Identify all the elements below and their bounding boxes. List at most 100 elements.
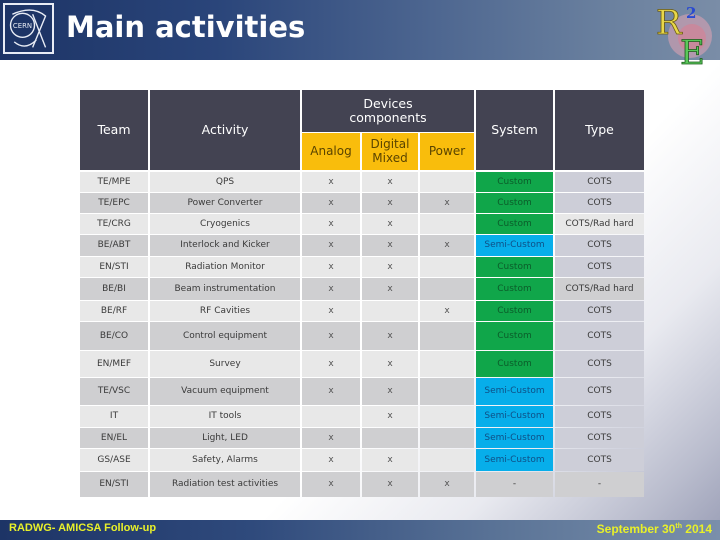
cell-type: COTS xyxy=(555,378,644,405)
column-header-team: Team xyxy=(80,90,148,170)
r2e-logo-icon: R 2 E xyxy=(656,3,712,72)
cell-power xyxy=(420,322,474,350)
cell-activity: Cryogenics xyxy=(150,214,300,234)
footer-date-year: 2014 xyxy=(681,522,712,536)
column-header-type: Type xyxy=(555,90,644,170)
cell-digital: x xyxy=(362,351,418,377)
cell-analog: x xyxy=(302,322,360,350)
r2e-logo: R 2 E xyxy=(652,0,720,72)
cell-system: Custom xyxy=(476,214,553,234)
svg-text:R: R xyxy=(656,3,683,43)
cern-logo: CERN xyxy=(3,3,54,54)
cell-activity: Power Converter xyxy=(150,193,300,213)
cell-type: COTS xyxy=(555,322,644,350)
cell-digital: x xyxy=(362,322,418,350)
column-header-activity: Activity xyxy=(150,90,300,170)
cell-team: BE/BI xyxy=(80,278,148,300)
cell-team: IT xyxy=(80,406,148,427)
cell-digital: x xyxy=(362,449,418,471)
cell-activity: Control equipment xyxy=(150,322,300,350)
cell-activity: Radiation Monitor xyxy=(150,257,300,277)
cell-team: EN/EL xyxy=(80,428,148,448)
cell-type: COTS xyxy=(555,301,644,321)
cell-power xyxy=(420,278,474,300)
cell-system: Semi-Custom xyxy=(476,449,553,471)
column-header-system: System xyxy=(476,90,553,170)
cell-digital xyxy=(362,428,418,448)
cell-team: TE/MPE xyxy=(80,172,148,192)
column-header-digital-mixed: Digital Mixed xyxy=(362,133,418,170)
footer-date-ordinal: th xyxy=(675,523,682,530)
cell-system: Custom xyxy=(476,278,553,300)
cell-analog: x xyxy=(302,193,360,213)
cell-analog: x xyxy=(302,301,360,321)
cell-power xyxy=(420,378,474,405)
cell-digital: x xyxy=(362,235,418,256)
cell-team: EN/STI xyxy=(80,257,148,277)
cell-type: COTS xyxy=(555,193,644,213)
cell-activity: IT tools xyxy=(150,406,300,427)
svg-text:E: E xyxy=(680,33,705,72)
cell-analog xyxy=(302,406,360,427)
cell-analog: x xyxy=(302,472,360,497)
cell-team: EN/STI xyxy=(80,472,148,497)
cell-analog: x xyxy=(302,378,360,405)
cell-power xyxy=(420,406,474,427)
cell-analog: x xyxy=(302,257,360,277)
cell-activity: Beam instrumentation xyxy=(150,278,300,300)
cell-power: x xyxy=(420,301,474,321)
cell-system: - xyxy=(476,472,553,497)
cell-type: COTS xyxy=(555,406,644,427)
cell-activity: QPS xyxy=(150,172,300,192)
cell-team: TE/VSC xyxy=(80,378,148,405)
footer-date: September 30th 2014 xyxy=(597,522,712,536)
cell-system: Custom xyxy=(476,257,553,277)
cell-system: Custom xyxy=(476,322,553,350)
cell-analog: x xyxy=(302,172,360,192)
cell-power xyxy=(420,214,474,234)
cell-power: x xyxy=(420,193,474,213)
cell-power xyxy=(420,351,474,377)
cell-activity: RF Cavities xyxy=(150,301,300,321)
cell-type: COTS xyxy=(555,449,644,471)
cell-team: BE/ABT xyxy=(80,235,148,256)
cell-system: Custom xyxy=(476,193,553,213)
cell-system: Semi-Custom xyxy=(476,406,553,427)
cell-team: EN/MEF xyxy=(80,351,148,377)
cell-activity: Vacuum equipment xyxy=(150,378,300,405)
cell-digital: x xyxy=(362,257,418,277)
cell-analog: x xyxy=(302,428,360,448)
cell-activity: Radiation test activities xyxy=(150,472,300,497)
svg-text:2: 2 xyxy=(686,4,696,22)
cell-digital: x xyxy=(362,193,418,213)
column-header-devices-components: Devices components xyxy=(302,90,474,132)
svg-text:CERN: CERN xyxy=(13,22,32,30)
cell-team: GS/ASE xyxy=(80,449,148,471)
cell-type: COTS xyxy=(555,172,644,192)
cell-system: Custom xyxy=(476,301,553,321)
cell-system: Semi-Custom xyxy=(476,378,553,405)
cell-team: BE/CO xyxy=(80,322,148,350)
cell-digital: x xyxy=(362,278,418,300)
footer-date-main: September 30 xyxy=(596,522,676,536)
cern-logo-icon: CERN xyxy=(9,9,47,48)
cell-digital: x xyxy=(362,406,418,427)
cell-power xyxy=(420,449,474,471)
column-header-analog: Analog xyxy=(302,133,360,170)
column-header-power: Power xyxy=(420,133,474,170)
cell-analog: x xyxy=(302,449,360,471)
cell-analog: x xyxy=(302,278,360,300)
cell-team: TE/CRG xyxy=(80,214,148,234)
cell-activity: Light, LED xyxy=(150,428,300,448)
cell-power xyxy=(420,428,474,448)
cell-power: x xyxy=(420,472,474,497)
footer-presentation-title: RADWG- AMICSA Follow-up xyxy=(9,522,157,534)
cell-team: TE/EPC xyxy=(80,193,148,213)
cell-type: COTS xyxy=(555,257,644,277)
cell-type: COTS xyxy=(555,235,644,256)
cell-team: BE/RF xyxy=(80,301,148,321)
cell-system: Semi-Custom xyxy=(476,235,553,256)
cell-analog: x xyxy=(302,351,360,377)
cell-digital: x xyxy=(362,378,418,405)
cell-digital: x xyxy=(362,472,418,497)
